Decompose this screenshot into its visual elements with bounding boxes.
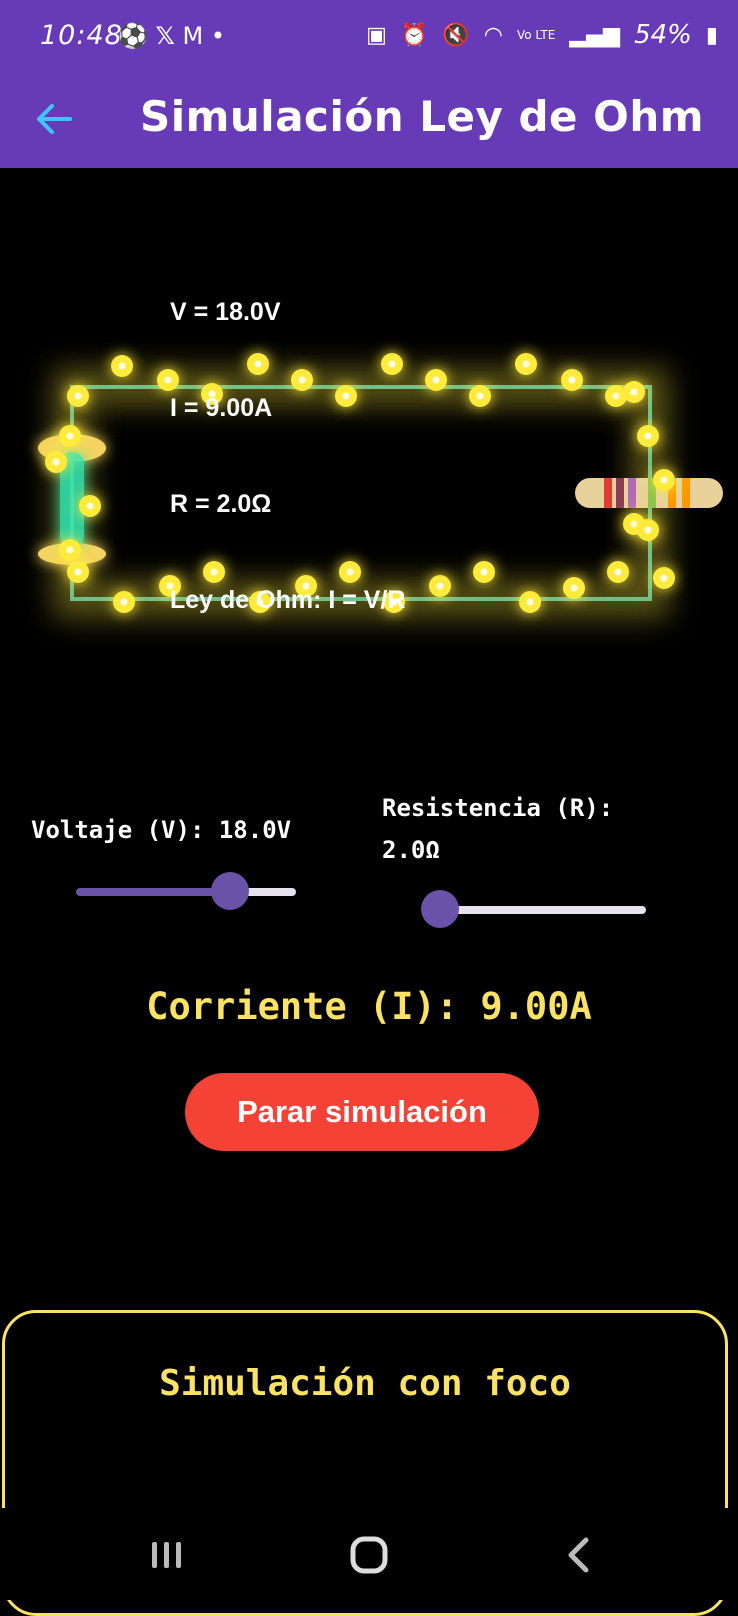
voltage-slider[interactable] [76, 872, 296, 910]
electron-core [644, 526, 652, 534]
bulb-card-title: Simulación con foco [159, 1363, 571, 1404]
electron-core [614, 568, 622, 576]
electron-core [612, 392, 620, 400]
electron-core [480, 568, 488, 576]
electron-core [66, 432, 74, 440]
back-nav-icon [568, 1537, 589, 1573]
alarm-icon: ⏰ [400, 22, 429, 48]
current-readout: I = 9.00A [170, 394, 273, 422]
home-button[interactable] [344, 1532, 394, 1578]
electron-core [118, 362, 126, 370]
status-right: ▣ ⏰ 🔇 ◠ Vo LTE ▂▄▆ 54% ▮ [366, 20, 718, 50]
volte-icon: Vo LTE [516, 28, 556, 42]
stop-simulation-button[interactable]: Parar simulación [185, 1073, 539, 1151]
electron-core [644, 432, 652, 440]
signal-icon: ▂▄▆ [569, 22, 621, 48]
gmail-icon: M [182, 22, 204, 50]
resistance-slider-thumb[interactable] [421, 890, 459, 928]
electron-core [74, 392, 82, 400]
electron-core [660, 476, 668, 484]
resistor [575, 478, 723, 508]
voltage-label: Voltaje (V): 18.0V [31, 816, 292, 844]
electron-core [86, 502, 94, 510]
current-result: Corriente (I): 9.00A [146, 985, 592, 1028]
voltage-slider-active-track [76, 888, 230, 896]
back-nav-button[interactable] [554, 1532, 604, 1578]
back-button[interactable] [30, 94, 80, 144]
voltage-readout: V = 18.0V [170, 298, 281, 326]
circuit-glow [53, 368, 669, 618]
ohm-law-formula: Ley de Ohm: I = V/R [170, 586, 406, 614]
page-title: Simulación Ley de Ohm [140, 92, 705, 141]
electron-core [476, 392, 484, 400]
status-left-icons: ⚽ 𝕏 M • [118, 22, 225, 50]
voltage-slider-thumb[interactable] [211, 872, 249, 910]
electron-core [630, 388, 638, 396]
home-icon [350, 1536, 388, 1574]
wifi-icon: ◠ [483, 22, 503, 48]
electron-core [660, 574, 668, 582]
electron-core [346, 568, 354, 576]
electron-core [630, 520, 638, 528]
electron-core [436, 582, 444, 590]
electron-core [432, 376, 440, 384]
status-time: 10:48 [40, 20, 123, 51]
x-logo-icon: 𝕏 [155, 22, 175, 50]
battery-icon: ▮ [705, 22, 718, 48]
circuit-diagram [38, 353, 723, 618]
resistance-readout: R = 2.0Ω [170, 490, 272, 518]
battery-level: 54% [634, 20, 692, 50]
electron-core [52, 458, 60, 466]
status-bar: 10:48 ⚽ 𝕏 M • ▣ ⏰ 🔇 ◠ Vo LTE ▂▄▆ 54% ▮ [0, 0, 738, 74]
circuit-wire [70, 385, 652, 601]
electron-core [568, 376, 576, 384]
recent-apps-button[interactable] [142, 1532, 192, 1578]
soccer-ball-icon: ⚽ [118, 22, 148, 50]
dot-icon: • [210, 22, 226, 50]
arrow-back-icon [37, 104, 72, 134]
mute-icon: 🔇 [442, 22, 470, 48]
electron-core [164, 376, 172, 384]
circuit-simulation: V = 18.0V I = 9.00A R = 2.0Ω Ley de Ohm:… [0, 168, 738, 728]
electron-core [254, 360, 262, 368]
resistance-slider-inactive-track [440, 906, 646, 914]
electron-core [66, 546, 74, 554]
electron-core [210, 568, 218, 576]
electron-core [526, 598, 534, 606]
app-bar: Simulación Ley de Ohm [0, 74, 738, 168]
electron-core [298, 376, 306, 384]
electron-core [74, 568, 82, 576]
electron-core [570, 584, 578, 592]
resistance-slider[interactable] [421, 890, 646, 928]
electron-core [522, 360, 530, 368]
battery-saver-icon: ▣ [366, 22, 387, 48]
resistance-label: Resistencia (R): [382, 794, 614, 822]
system-nav-bar [0, 1508, 738, 1600]
electron-core [342, 392, 350, 400]
electron-core [120, 598, 128, 606]
electron-core [388, 360, 396, 368]
resistance-value: 2.0Ω [382, 836, 440, 864]
recent-apps-icon [152, 1542, 181, 1568]
